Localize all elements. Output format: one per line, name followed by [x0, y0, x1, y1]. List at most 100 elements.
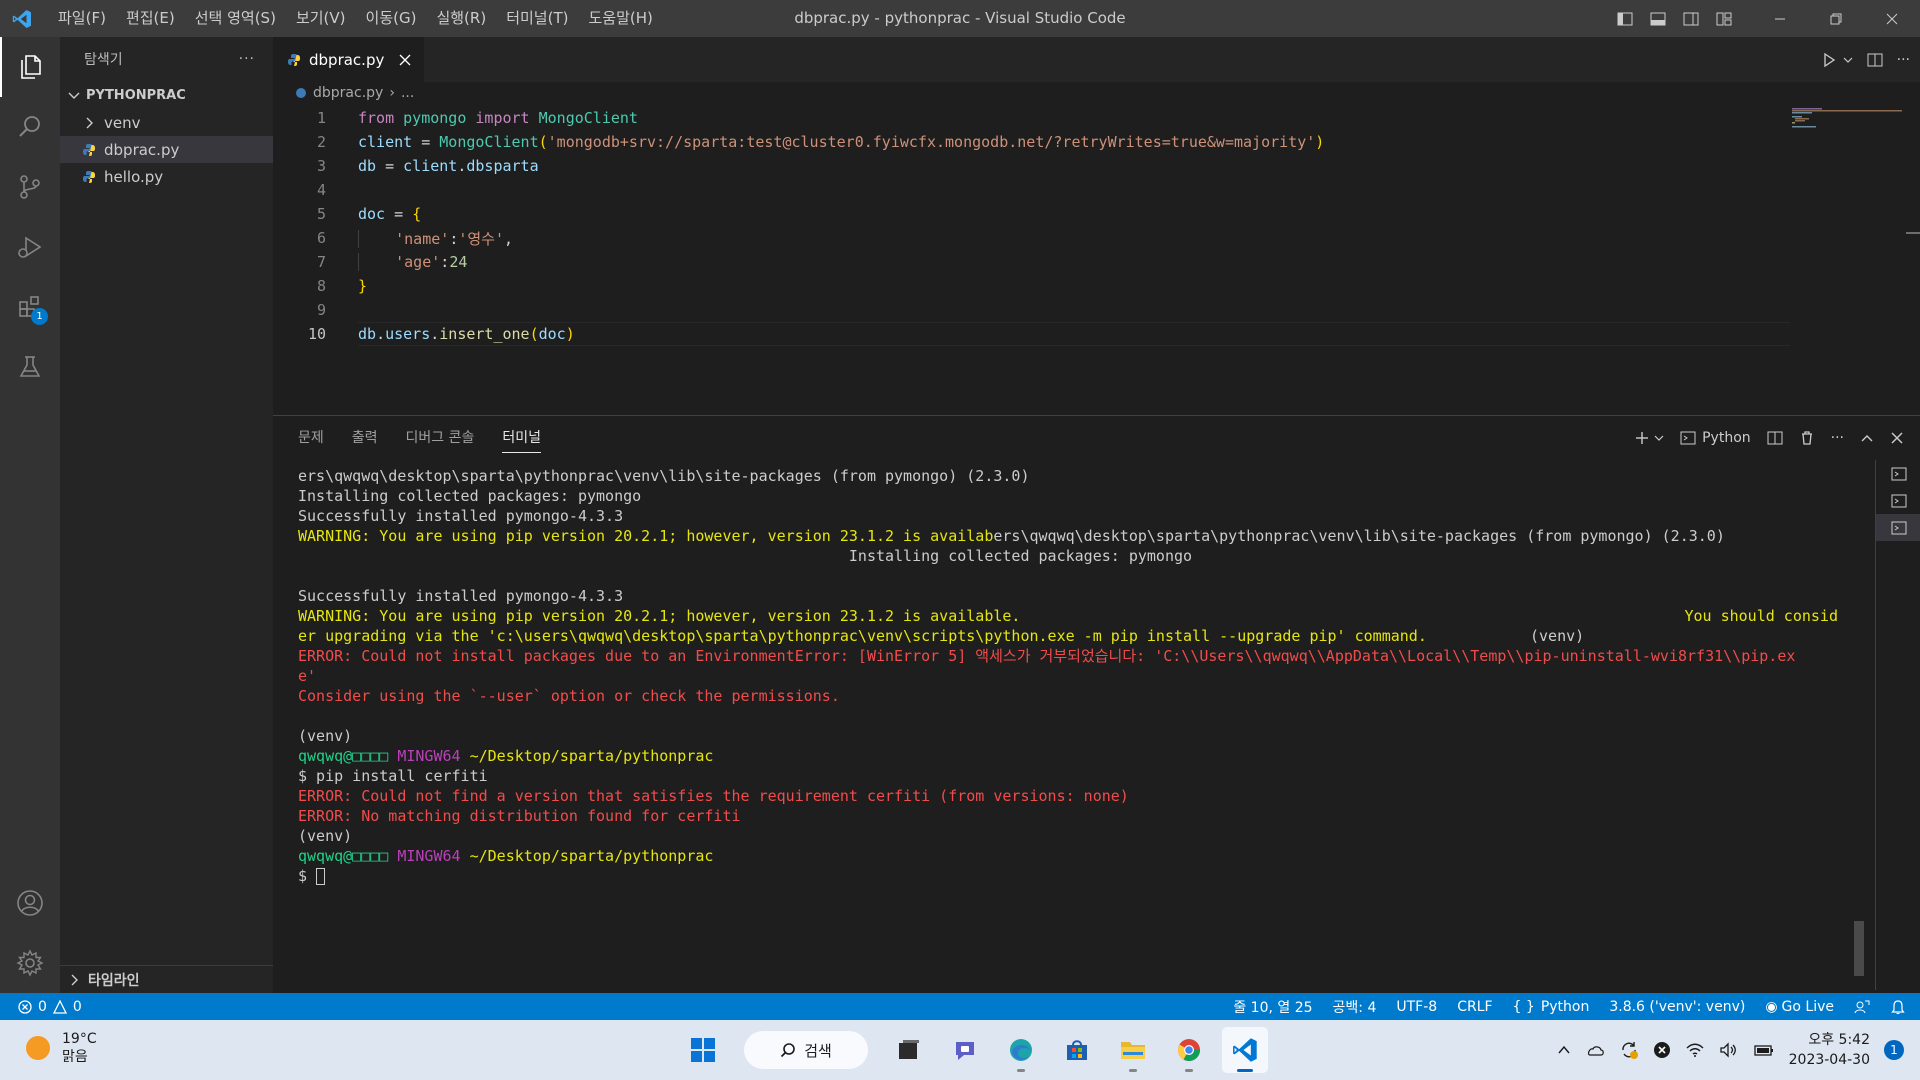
toggle-panel-icon[interactable] — [1641, 0, 1674, 37]
workspace-folder[interactable]: PYTHONPRAC — [60, 81, 273, 109]
menu-run[interactable]: 실행(R) — [426, 0, 496, 37]
terminal-line: e' — [298, 666, 1838, 686]
close-window-button[interactable] — [1864, 0, 1920, 37]
python-file-icon — [83, 170, 95, 183]
sunny-weather-icon — [26, 1036, 50, 1060]
terminal-instance-3[interactable] — [1876, 514, 1920, 541]
toggle-primary-sidebar-icon[interactable] — [1608, 0, 1641, 37]
code-token: 'name' — [395, 229, 450, 248]
minimap[interactable] — [1792, 108, 1902, 148]
menu-file[interactable]: 파일(F) — [48, 0, 116, 37]
tree-item-hello[interactable]: hello.py — [60, 163, 273, 190]
terminal-instance-1[interactable] — [1876, 460, 1920, 487]
go-live-button[interactable]: ◉ Go Live — [1765, 999, 1834, 1015]
chevron-down-icon[interactable] — [1843, 55, 1853, 65]
editor-tab-dbprac[interactable]: dbprac.py — [273, 37, 425, 82]
breadcrumb-file[interactable]: dbprac.py — [313, 85, 383, 101]
feedback-icon[interactable] — [1854, 999, 1870, 1015]
terminal-instance-2[interactable] — [1876, 487, 1920, 514]
tab-output[interactable]: 출력 — [352, 416, 378, 460]
vscode-taskbar-icon[interactable] — [1222, 1027, 1268, 1073]
accounts-icon[interactable] — [0, 873, 60, 933]
volume-icon[interactable] — [1719, 1042, 1739, 1058]
more-actions-icon[interactable]: ··· — [1831, 430, 1844, 446]
store-icon[interactable] — [1054, 1027, 1100, 1073]
code-line-6: 6 'name':'영수', — [273, 226, 1920, 250]
split-editor-icon[interactable] — [1867, 52, 1883, 68]
chevron-down-icon — [68, 92, 80, 99]
breadcrumb-symbol[interactable]: ... — [401, 85, 414, 101]
tab-terminal[interactable]: 터미널 — [502, 423, 542, 453]
close-tab-icon[interactable] — [398, 53, 412, 67]
prompt-path: ~/Desktop/sparta/pythonprac — [469, 747, 714, 765]
customize-layout-icon[interactable] — [1707, 0, 1740, 37]
menu-help[interactable]: 도움말(H) — [578, 0, 662, 37]
run-python-file-icon[interactable] — [1821, 52, 1837, 68]
wifi-icon[interactable] — [1685, 1042, 1705, 1058]
chevron-down-icon[interactable] — [1654, 433, 1664, 443]
code-editor[interactable]: 1 from pymongo import MongoClient 2 clie… — [273, 106, 1920, 346]
python-interpreter[interactable]: 3.8.6 ('venv': venv) — [1609, 999, 1745, 1015]
testing-icon[interactable] — [0, 337, 60, 397]
weather-widget[interactable]: 19°C 맑음 — [26, 1030, 97, 1066]
sidebar-more-button[interactable]: ··· — [239, 51, 255, 67]
chat-icon[interactable] — [942, 1027, 988, 1073]
split-terminal-icon[interactable] — [1767, 430, 1783, 446]
indentation[interactable]: 공백: 4 — [1333, 997, 1377, 1017]
more-actions-icon[interactable]: ··· — [1897, 52, 1910, 68]
source-control-icon[interactable] — [0, 157, 60, 217]
error-icon — [18, 999, 32, 1014]
workspace-folder-label: PYTHONPRAC — [86, 87, 186, 103]
encoding[interactable]: UTF-8 — [1396, 999, 1437, 1015]
timeline-section[interactable]: 타임라인 — [60, 965, 273, 993]
terminal-profile[interactable]: Python — [1680, 430, 1751, 446]
code-token: 'age' — [395, 253, 441, 271]
tree-item-venv[interactable]: venv — [60, 109, 273, 136]
extensions-icon[interactable]: 1 — [0, 277, 60, 337]
chrome-icon[interactable] — [1166, 1027, 1212, 1073]
file-explorer-icon[interactable] — [1110, 1027, 1156, 1073]
terminal-output[interactable]: ers\qwqwq\desktop\sparta\pythonprac\venv… — [298, 466, 1838, 886]
edge-icon[interactable] — [998, 1027, 1044, 1073]
cursor-position[interactable]: 줄 10, 열 25 — [1233, 997, 1312, 1017]
menu-view[interactable]: 보기(V) — [286, 0, 356, 37]
minimize-button[interactable] — [1752, 0, 1808, 37]
notification-badge[interactable]: 1 — [1884, 1040, 1904, 1060]
menu-selection[interactable]: 선택 영역(S) — [185, 0, 286, 37]
windows-start-icon[interactable] — [680, 1027, 726, 1073]
braces-icon: { } — [1512, 998, 1535, 1015]
tab-problems[interactable]: 문제 — [298, 416, 324, 460]
code-line-2: 2 client = MongoClient('mongodb+srv://sp… — [273, 130, 1920, 154]
bell-icon[interactable] — [1890, 999, 1906, 1015]
run-debug-icon[interactable] — [0, 217, 60, 277]
close-circle-icon[interactable] — [1653, 1041, 1671, 1059]
toggle-secondary-sidebar-icon[interactable] — [1674, 0, 1707, 37]
terminal-warning: WARNING: You are using pip version 20.2.… — [298, 607, 1021, 625]
taskbar-search[interactable]: 검색 — [744, 1031, 868, 1069]
menu-go[interactable]: 이동(G) — [356, 0, 427, 37]
battery-icon[interactable] — [1753, 1042, 1775, 1058]
tab-debug-console[interactable]: 디버그 콘솔 — [406, 416, 475, 460]
sync-icon[interactable] — [1619, 1040, 1639, 1060]
onedrive-cloud-icon[interactable] — [1585, 1043, 1605, 1057]
menu-terminal[interactable]: 터미널(T) — [496, 0, 578, 37]
close-panel-icon[interactable] — [1890, 431, 1904, 445]
trash-icon[interactable] — [1799, 430, 1815, 446]
search-icon[interactable] — [0, 97, 60, 157]
manage-gear-icon[interactable] — [0, 933, 60, 993]
problems-status[interactable]: 0 0 — [0, 999, 82, 1015]
chevron-up-icon[interactable] — [1557, 1043, 1571, 1057]
explorer-icon[interactable] — [0, 37, 60, 97]
end-of-line[interactable]: CRLF — [1457, 999, 1492, 1015]
maximize-panel-icon[interactable] — [1860, 431, 1874, 445]
new-terminal-plus-icon[interactable] — [1634, 430, 1650, 446]
task-view-icon[interactable] — [886, 1027, 932, 1073]
terminal-scrollbar[interactable] — [1854, 921, 1864, 976]
restore-button[interactable] — [1808, 0, 1864, 37]
language-mode[interactable]: { } Python — [1513, 999, 1590, 1015]
menu-edit[interactable]: 편집(E) — [116, 0, 185, 37]
tree-item-dbprac[interactable]: dbprac.py — [60, 136, 273, 163]
terminal-cursor — [316, 868, 326, 885]
terminal-prompt: qwqwq@□□□□ MINGW64 ~/Desktop/sparta/pyth… — [298, 846, 1838, 866]
clock[interactable]: 오후 5:42 2023-04-30 — [1789, 1030, 1870, 1070]
